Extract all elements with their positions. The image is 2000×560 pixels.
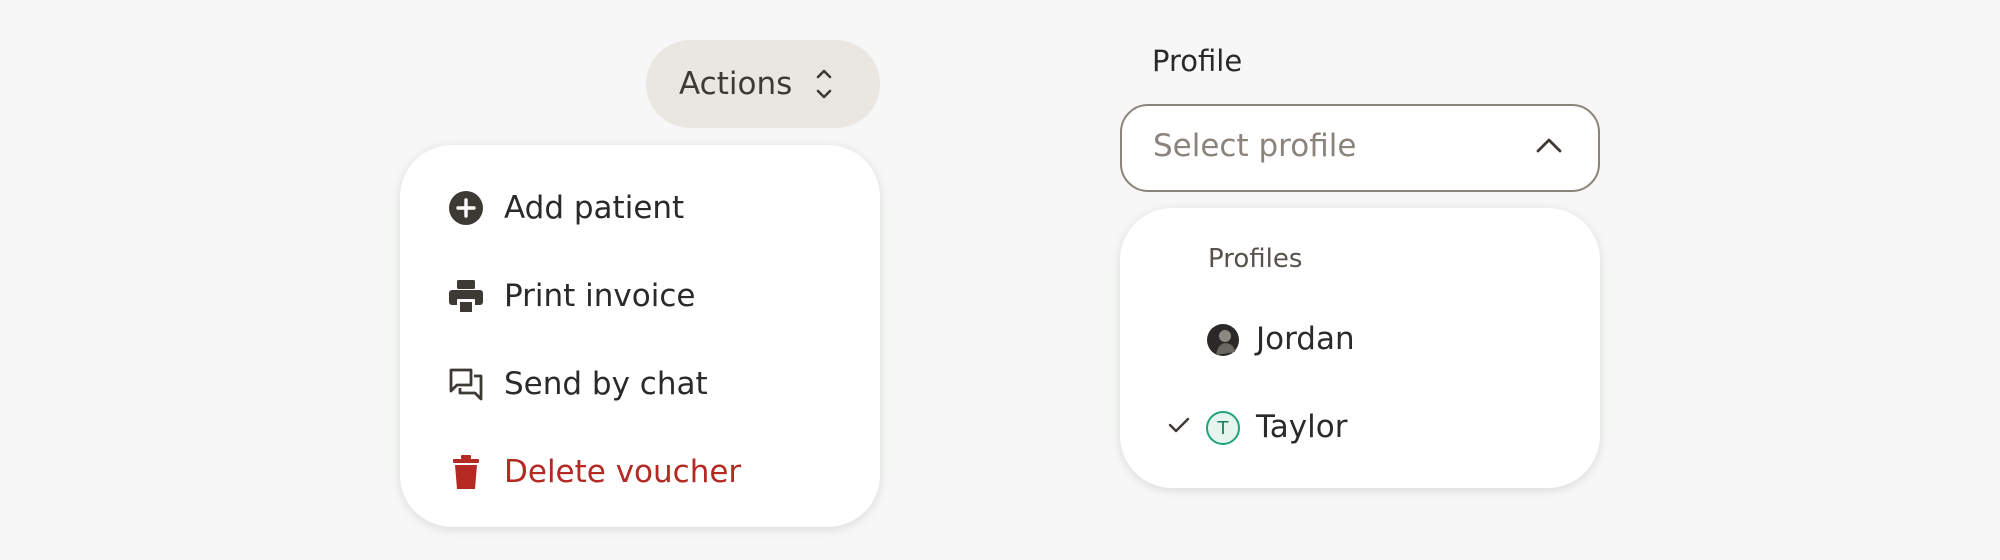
option-label: Taylor — [1256, 409, 1348, 445]
menu-item-label: Add patient — [504, 190, 685, 226]
menu-item-label: Print invoice — [504, 278, 696, 314]
menu-item-label: Delete voucher — [504, 454, 742, 490]
menu-item-delete-voucher[interactable]: Delete voucher — [400, 428, 880, 516]
menu-item-send-by-chat[interactable]: Send by chat — [400, 340, 880, 428]
profile-listbox: Profiles Jordan T Taylor — [1120, 208, 1600, 488]
chat-icon — [449, 368, 483, 401]
printer-icon — [449, 280, 483, 312]
add-circle-icon — [449, 191, 483, 225]
menu-item-label: Send by chat — [504, 366, 708, 402]
avatar-initial: T — [1217, 417, 1229, 439]
profile-select-placeholder: Select profile — [1153, 128, 1357, 164]
option-taylor[interactable]: T Taylor — [1120, 386, 1600, 470]
option-jordan[interactable]: Jordan — [1120, 298, 1600, 382]
profile-select[interactable]: Select profile — [1120, 104, 1600, 192]
option-label: Jordan — [1256, 321, 1355, 357]
menu-item-print-invoice[interactable]: Print invoice — [400, 252, 880, 340]
trash-icon — [453, 455, 479, 489]
actions-menu: Add patient Print invoice Send by chat D… — [400, 145, 880, 527]
menu-item-add-patient[interactable]: Add patient — [400, 164, 880, 252]
avatar: T — [1206, 411, 1240, 445]
actions-button[interactable]: Actions — [646, 40, 880, 128]
profiles-group-label: Profiles — [1208, 244, 1303, 274]
chevron-up-down-icon — [816, 69, 832, 99]
profile-field-label: Profile — [1152, 44, 1243, 78]
actions-button-label: Actions — [679, 66, 793, 102]
avatar — [1207, 324, 1239, 356]
check-icon — [1168, 417, 1190, 433]
chevron-up-icon — [1536, 138, 1562, 153]
